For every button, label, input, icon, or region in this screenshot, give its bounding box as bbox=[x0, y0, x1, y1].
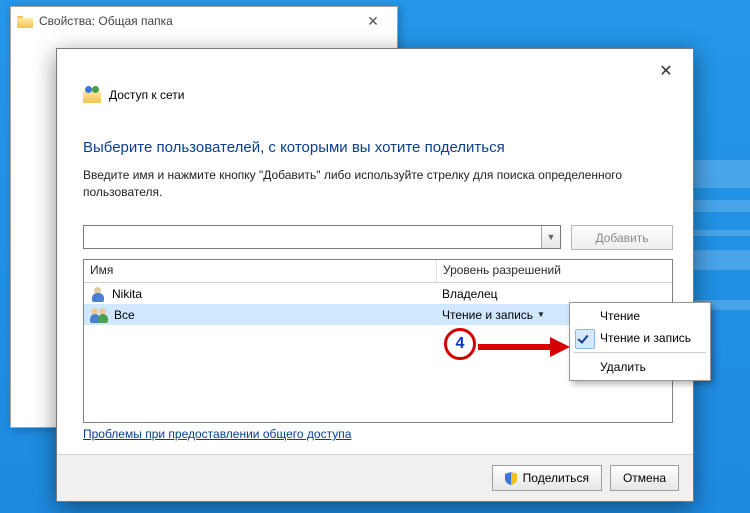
shield-icon bbox=[505, 472, 517, 485]
user-icon bbox=[90, 286, 106, 302]
chevron-down-icon[interactable]: ▼ bbox=[541, 226, 560, 248]
close-icon[interactable]: ✕ bbox=[355, 7, 391, 35]
permission-context-menu: Чтение Чтение и запись Удалить bbox=[569, 302, 711, 381]
cell-permission: Владелец bbox=[436, 287, 672, 301]
group-icon bbox=[90, 307, 108, 323]
cancel-button[interactable]: Отмена bbox=[610, 465, 679, 491]
menu-item[interactable]: Чтение и запись bbox=[572, 327, 708, 349]
share-button-label: Поделиться bbox=[523, 471, 589, 485]
column-permission[interactable]: Уровень разрешений bbox=[437, 260, 672, 282]
folder-icon bbox=[17, 14, 33, 28]
share-button[interactable]: Поделиться bbox=[492, 465, 602, 491]
cancel-button-label: Отмена bbox=[623, 471, 666, 485]
properties-title: Свойства: Общая папка bbox=[39, 14, 173, 28]
annotation-badge: 4 bbox=[444, 328, 476, 360]
user-input[interactable] bbox=[84, 228, 541, 246]
menu-item-delete[interactable]: Удалить bbox=[572, 356, 708, 378]
cell-name: Nikita bbox=[84, 286, 436, 302]
dialog-footer: Поделиться Отмена bbox=[57, 454, 693, 501]
menu-item-label: Чтение и запись bbox=[600, 331, 691, 345]
troubleshoot-link[interactable]: Проблемы при предоставлении общего досту… bbox=[83, 427, 351, 441]
menu-separator bbox=[574, 352, 706, 353]
network-access-dialog: ✕ Доступ к сети Выберите пользователей, … bbox=[56, 48, 694, 502]
user-combo[interactable]: ▼ bbox=[83, 225, 561, 249]
menu-item-label: Чтение bbox=[600, 309, 640, 323]
sharing-folder-icon bbox=[83, 87, 101, 103]
dialog-title: Доступ к сети bbox=[109, 88, 184, 102]
annotation-arrow-icon bbox=[478, 337, 570, 357]
dialog-description: Введите имя и нажмите кнопку "Добавить" … bbox=[83, 167, 667, 202]
row-name: Все bbox=[114, 308, 135, 322]
annotation-number: 4 bbox=[456, 335, 465, 353]
properties-titlebar[interactable]: Свойства: Общая папка ✕ bbox=[11, 7, 397, 35]
chevron-down-icon[interactable]: ▼ bbox=[537, 310, 545, 319]
row-name: Nikita bbox=[112, 287, 142, 301]
row-permission: Владелец bbox=[442, 287, 498, 301]
column-name[interactable]: Имя bbox=[84, 260, 437, 282]
close-button[interactable]: ✕ bbox=[647, 57, 685, 85]
table-header: Имя Уровень разрешений bbox=[84, 260, 672, 283]
menu-item-label: Удалить bbox=[600, 360, 646, 374]
row-permission: Чтение и запись bbox=[442, 308, 533, 322]
menu-item[interactable]: Чтение bbox=[572, 305, 708, 327]
dialog-heading: Выберите пользователей, с которыми вы хо… bbox=[83, 139, 505, 156]
cell-name: Все bbox=[84, 307, 436, 323]
table-row[interactable]: Nikita Владелец bbox=[84, 283, 672, 304]
add-button[interactable]: Добавить bbox=[571, 225, 673, 250]
